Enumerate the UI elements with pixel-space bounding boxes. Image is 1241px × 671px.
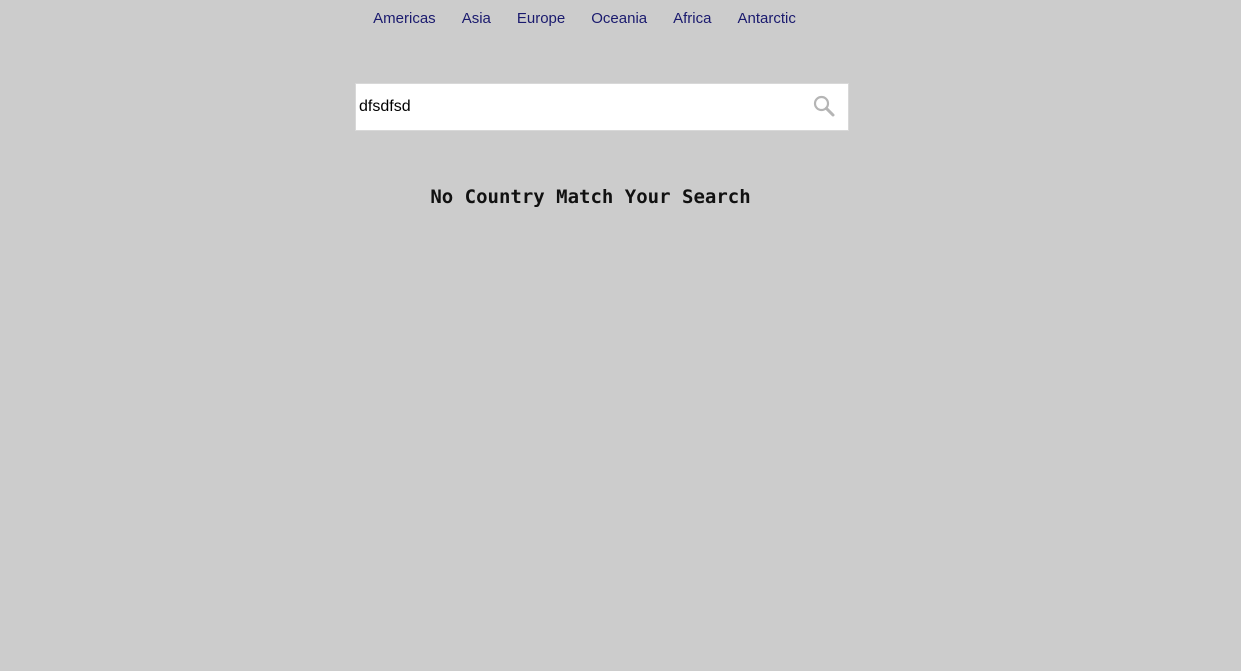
search-icon[interactable]: [812, 94, 836, 118]
search-box: [355, 83, 849, 131]
nav-link-africa[interactable]: Africa: [673, 9, 711, 29]
nav-link-asia[interactable]: Asia: [462, 9, 491, 29]
nav-link-antarctic[interactable]: Antarctic: [737, 9, 795, 29]
region-nav: Americas Asia Europe Oceania Africa Anta…: [0, 9, 1169, 29]
nav-link-europe[interactable]: Europe: [517, 9, 565, 29]
no-results-message: No Country Match Your Search: [430, 186, 751, 208]
search-input[interactable]: [356, 84, 796, 130]
nav-link-americas[interactable]: Americas: [373, 9, 436, 29]
nav-link-oceania[interactable]: Oceania: [591, 9, 647, 29]
